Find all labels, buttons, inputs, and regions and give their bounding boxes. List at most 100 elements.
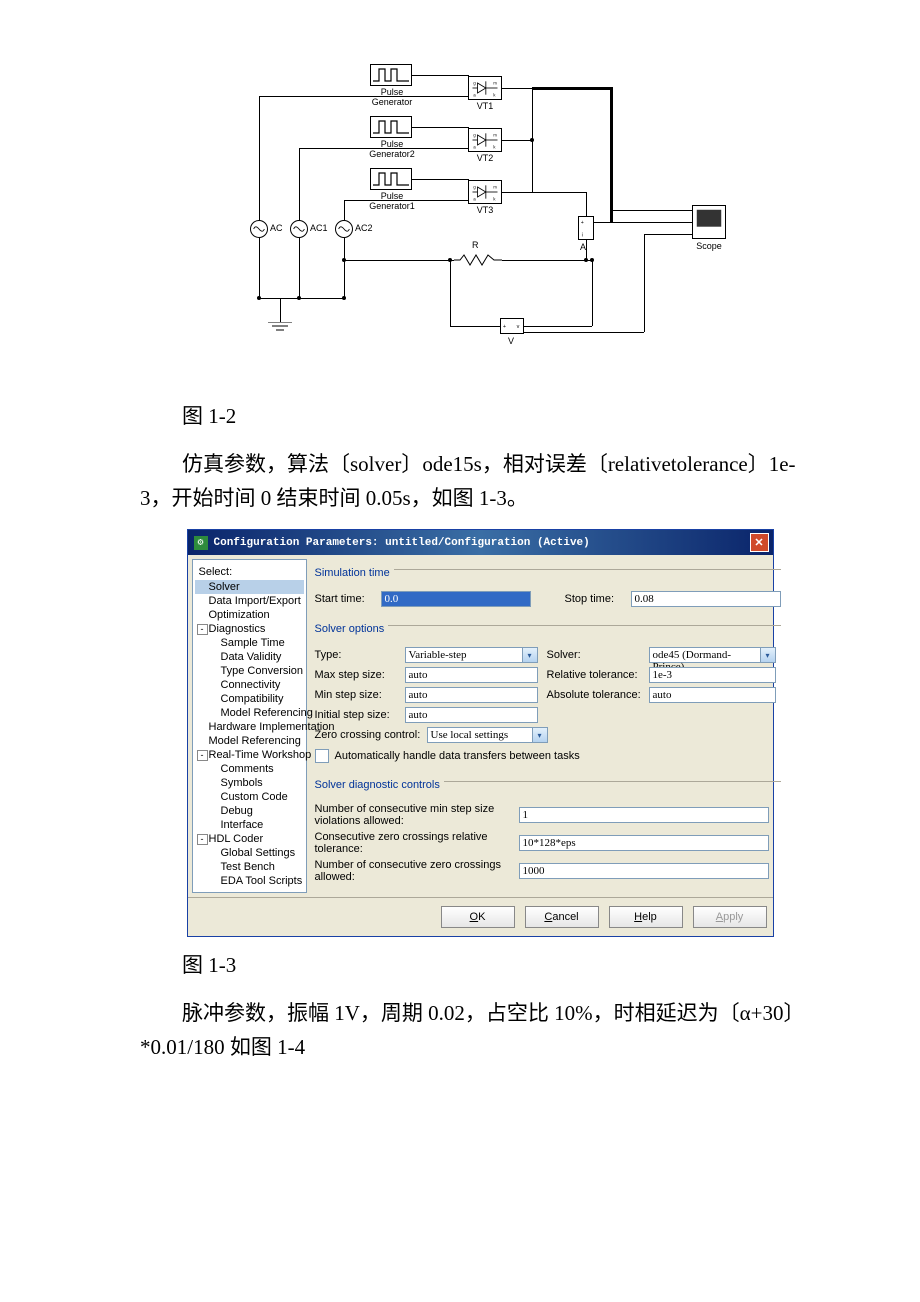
tree-item[interactable]: Custom Code <box>195 790 304 804</box>
ac1-label: AC1 <box>310 223 328 233</box>
reltol-input[interactable]: 1e-3 <box>649 667 776 683</box>
tree-item[interactable]: Sample Time <box>195 636 304 650</box>
tree-item[interactable]: Hardware Implementation <box>195 720 304 734</box>
czrt-label: Consecutive zero crossings relative tole… <box>315 831 515 855</box>
solver-label: Solver: <box>547 649 645 661</box>
voltmeter-block: +v <box>500 318 524 334</box>
nmin-label: Number of consecutive min step size viol… <box>315 803 515 827</box>
voltmeter-label: V <box>508 336 514 346</box>
tree-item[interactable]: Model Referencing <box>195 706 304 720</box>
tree-item[interactable]: Global Settings <box>195 846 304 860</box>
zero-crossing-select[interactable]: Use local settings <box>427 727 533 743</box>
tree-item[interactable]: Data Import/Export <box>195 594 304 608</box>
auto-handle-label: Automatically handle data transfers betw… <box>335 750 580 762</box>
paragraph-2: 脉冲参数，振幅 1V，周期 0.02，占空比 10%，时相延迟为〔α+30〕*0… <box>140 997 820 1064</box>
ok-button[interactable]: OK <box>441 906 515 928</box>
stop-time-input[interactable]: 0.08 <box>631 591 781 607</box>
ac1-block <box>290 220 308 238</box>
tree-item[interactable]: Type Conversion <box>195 664 304 678</box>
tree-item[interactable]: Data Validity <box>195 650 304 664</box>
tree-collapse-icon[interactable]: - <box>197 624 208 635</box>
tree-item-label: Data Validity <box>221 651 282 663</box>
start-time-label: Start time: <box>315 593 373 605</box>
tree-item[interactable]: Test Bench <box>195 860 304 874</box>
svg-text:+: + <box>581 220 584 226</box>
tree-select-label: Select: <box>195 564 304 580</box>
dialog-titlebar[interactable]: ⚙ Configuration Parameters: untitled/Con… <box>188 530 773 555</box>
tree-item-label: Interface <box>221 819 264 831</box>
chevron-down-icon[interactable]: ▾ <box>523 647 538 663</box>
tree-item[interactable]: Model Referencing <box>195 734 304 748</box>
tree-item-label: Symbols <box>221 777 263 789</box>
pulse-generator-1-label: PulseGenerator <box>368 87 416 107</box>
tree-item[interactable]: Solver <box>195 580 304 594</box>
solver-options-group-title: Solver options <box>315 623 385 635</box>
ammeter-block: +i <box>578 216 594 240</box>
paragraph-1: 仿真参数，算法〔solver〕ode15s，相对误差〔relativetoler… <box>140 448 820 515</box>
svg-text:v: v <box>517 324 520 330</box>
tree-item[interactable]: Symbols <box>195 776 304 790</box>
svg-text:a: a <box>473 144 476 149</box>
tree-item-label: Optimization <box>209 609 270 621</box>
tree-item[interactable]: Optimization <box>195 608 304 622</box>
start-time-input[interactable]: 0.0 <box>381 591 531 607</box>
tree-item-label: Compatibility <box>221 693 284 705</box>
simtime-group-title: Simulation time <box>315 567 390 579</box>
tree-pane[interactable]: Select: SolverData Import/ExportOptimiza… <box>192 559 307 893</box>
ac0-block <box>250 220 268 238</box>
chevron-down-icon[interactable]: ▾ <box>533 727 548 743</box>
nzc-label: Number of consecutive zero crossings all… <box>315 859 515 883</box>
maxstep-label: Max step size: <box>315 669 401 681</box>
nzc-input[interactable]: 1000 <box>519 863 769 879</box>
vt3-block: gmak <box>468 180 502 204</box>
vt1-label: VT1 <box>468 101 502 111</box>
tree-item-label: Hardware Implementation <box>209 721 335 733</box>
svg-text:m: m <box>493 81 497 86</box>
chevron-down-icon[interactable]: ▾ <box>761 647 776 663</box>
close-icon[interactable]: ✕ <box>750 533 769 552</box>
type-label: Type: <box>315 649 401 661</box>
svg-text:m: m <box>493 185 497 190</box>
apply-button[interactable]: Apply <box>693 906 767 928</box>
svg-text:m: m <box>493 133 497 138</box>
tree-item-label: Comments <box>221 763 274 775</box>
tree-item-label: Model Referencing <box>221 707 313 719</box>
cancel-button[interactable]: Cancel <box>525 906 599 928</box>
reltol-label: Relative tolerance: <box>547 669 645 681</box>
scope-label: Scope <box>691 241 727 251</box>
tree-collapse-icon[interactable]: - <box>197 834 208 845</box>
tree-item[interactable]: Connectivity <box>195 678 304 692</box>
tree-item[interactable]: Compatibility <box>195 692 304 706</box>
help-button[interactable]: Help <box>609 906 683 928</box>
czrt-input[interactable]: 10*128*eps <box>519 835 769 851</box>
nmin-input[interactable]: 1 <box>519 807 769 823</box>
tree-item[interactable]: Interface <box>195 818 304 832</box>
pulse-generator-2-label: PulseGenerator2 <box>368 139 416 159</box>
dialog-icon: ⚙ <box>194 536 208 550</box>
tree-item[interactable]: Comments <box>195 762 304 776</box>
tree-item[interactable]: -Real-Time Workshop <box>195 748 304 762</box>
tree-item[interactable]: -Diagnostics <box>195 622 304 636</box>
initstep-input[interactable]: auto <box>405 707 538 723</box>
svg-text:g: g <box>473 185 476 190</box>
tree-item-label: Global Settings <box>221 847 296 859</box>
minstep-input[interactable]: auto <box>405 687 538 703</box>
type-select[interactable]: Variable-step <box>405 647 523 663</box>
solver-select[interactable]: ode45 (Dormand-Prince) <box>649 647 761 663</box>
tree-item-label: Model Referencing <box>209 735 301 747</box>
initstep-label: Initial step size: <box>315 709 401 721</box>
abstol-input[interactable]: auto <box>649 687 776 703</box>
pulse-generator-1-block <box>370 64 412 86</box>
tree-item-label: Debug <box>221 805 253 817</box>
dialog-title: Configuration Parameters: untitled/Confi… <box>214 537 590 549</box>
tree-collapse-icon[interactable]: - <box>197 750 208 761</box>
ac2-block <box>335 220 353 238</box>
vt2-block: gmak <box>468 128 502 152</box>
auto-handle-checkbox[interactable] <box>315 749 329 763</box>
svg-text:i: i <box>582 232 583 238</box>
maxstep-input[interactable]: auto <box>405 667 538 683</box>
config-parameters-dialog: ⚙ Configuration Parameters: untitled/Con… <box>187 529 774 937</box>
tree-item[interactable]: Debug <box>195 804 304 818</box>
tree-item[interactable]: -HDL Coder <box>195 832 304 846</box>
tree-item[interactable]: EDA Tool Scripts <box>195 874 304 888</box>
